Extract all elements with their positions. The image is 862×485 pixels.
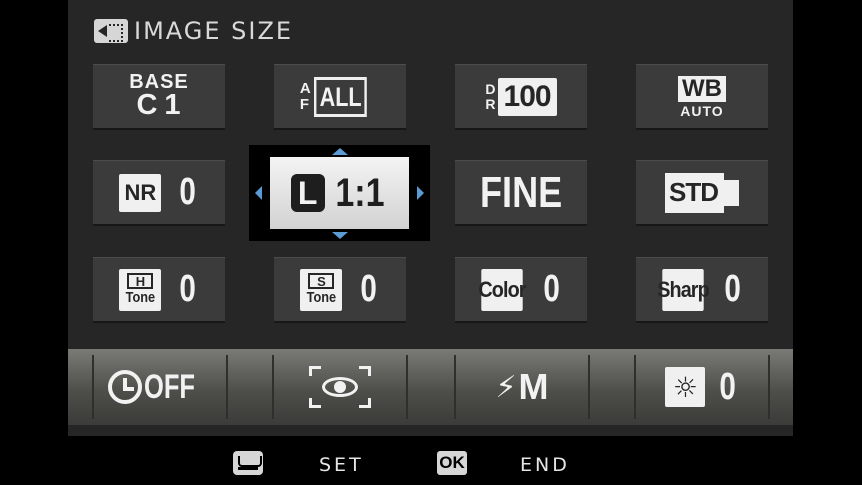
tone-text: Tone bbox=[306, 289, 337, 306]
dynamic-range-tile[interactable]: D R 100 bbox=[455, 64, 587, 130]
tray-icon bbox=[233, 451, 263, 475]
sharp-badge: Sharp bbox=[658, 268, 710, 311]
image-size-icon bbox=[94, 19, 128, 43]
dr-letter-d: D bbox=[485, 80, 496, 97]
iso-base-label: BASE C1 bbox=[129, 72, 189, 122]
frame-corner bbox=[359, 398, 371, 408]
divider bbox=[768, 355, 770, 419]
face-detection-icon bbox=[309, 366, 371, 408]
end-hint: OK bbox=[437, 451, 467, 475]
sharpness-tile[interactable]: Sharp 0 bbox=[636, 257, 768, 323]
flash-bolt-icon: ⚡ bbox=[495, 369, 517, 405]
wb-text: WB bbox=[678, 75, 726, 102]
frame-corner bbox=[309, 366, 321, 376]
self-timer-value: OFF bbox=[144, 367, 195, 406]
arrow-right-icon bbox=[417, 186, 424, 200]
aspect-ratio: 1:1 bbox=[334, 170, 385, 215]
set-hint bbox=[233, 451, 263, 475]
face-detection-cell[interactable] bbox=[274, 349, 406, 425]
wb-mode: AUTO bbox=[680, 102, 724, 119]
image-size-value: L 1:1 bbox=[270, 157, 409, 229]
frame-corner bbox=[309, 398, 321, 408]
s-letter: S bbox=[308, 273, 335, 289]
brightness-cell[interactable]: ☼ 0 bbox=[636, 349, 768, 425]
self-timer-control: OFF bbox=[108, 368, 212, 407]
noise-reduction-tile[interactable]: NR 0 bbox=[93, 160, 225, 226]
divider bbox=[588, 355, 590, 419]
brightness-icon: ☼ bbox=[665, 367, 706, 407]
flash-mode-value: M bbox=[518, 366, 549, 407]
af-stack: A F bbox=[299, 79, 311, 113]
dr-stack: D R bbox=[485, 80, 496, 112]
highlight-tone-value: 0 bbox=[179, 268, 197, 310]
white-balance-label: WB AUTO bbox=[678, 75, 726, 119]
film-sim-value: STD bbox=[665, 172, 724, 213]
iso-base-tile[interactable]: BASE C1 bbox=[93, 64, 225, 130]
flash-mode-cell[interactable]: ⚡ M bbox=[456, 349, 588, 425]
arrow-down-icon bbox=[332, 232, 348, 239]
image-quality-tile[interactable]: FINE bbox=[455, 160, 587, 226]
bottom-settings-bar: OFF ⚡ M ☼ 0 bbox=[68, 349, 793, 425]
sharpness-value: 0 bbox=[724, 268, 742, 310]
film-simulation-icon: STD bbox=[665, 172, 739, 213]
color-value: 0 bbox=[543, 268, 561, 310]
image-size-tile-selected[interactable]: L 1:1 bbox=[249, 145, 430, 241]
tone-text: Tone bbox=[125, 289, 156, 306]
divider bbox=[406, 355, 408, 419]
af-letter-f: F bbox=[299, 95, 309, 113]
self-timer-icon bbox=[108, 370, 142, 404]
menu-header: IMAGE SIZE bbox=[94, 17, 293, 45]
white-balance-tile[interactable]: WB AUTO bbox=[636, 64, 768, 130]
color-badge: Color bbox=[479, 268, 527, 311]
quick-menu-screen: IMAGE SIZE BASE C1 A F ALL D R 100 WB AU… bbox=[68, 0, 793, 436]
af-letter-a: A bbox=[299, 79, 311, 97]
af-value: ALL bbox=[313, 76, 367, 117]
end-label: END bbox=[520, 454, 570, 476]
ok-button-icon: OK bbox=[437, 451, 467, 475]
h-letter: H bbox=[127, 273, 154, 289]
film-canister-tail bbox=[723, 179, 739, 206]
nr-value: 0 bbox=[179, 171, 197, 213]
eye-pupil bbox=[334, 381, 346, 393]
arrow-left-icon bbox=[255, 186, 262, 200]
brightness-value: 0 bbox=[719, 365, 737, 408]
divider bbox=[226, 355, 228, 419]
custom-setting-text: C1 bbox=[136, 89, 188, 122]
frame-corner bbox=[359, 366, 371, 376]
flash-mode-control: ⚡ M bbox=[495, 366, 548, 408]
menu-title: IMAGE SIZE bbox=[134, 17, 294, 45]
shadow-tone-icon: S Tone bbox=[300, 268, 343, 311]
self-timer-cell[interactable]: OFF bbox=[94, 349, 226, 425]
dynamic-range-label: D R 100 bbox=[485, 77, 557, 116]
arrow-up-icon bbox=[332, 148, 348, 155]
end-hint-label: END bbox=[520, 454, 570, 476]
color-tile[interactable]: Color 0 bbox=[455, 257, 587, 323]
shadow-tone-value: 0 bbox=[360, 268, 378, 310]
shadow-tone-tile[interactable]: S Tone 0 bbox=[274, 257, 406, 323]
dynamic-range-value: 100 bbox=[497, 77, 557, 116]
nr-badge: NR bbox=[119, 173, 162, 212]
af-mode-tile[interactable]: A F ALL bbox=[274, 64, 406, 130]
dr-letter-r: R bbox=[485, 95, 496, 112]
af-mode-label: A F ALL bbox=[299, 76, 380, 117]
film-simulation-tile[interactable]: STD bbox=[636, 160, 768, 226]
image-quality-value: FINE bbox=[479, 167, 563, 217]
highlight-tone-tile[interactable]: H Tone 0 bbox=[93, 257, 225, 323]
size-letter: L bbox=[290, 174, 325, 212]
set-label: SET bbox=[319, 454, 364, 476]
set-hint-label: SET bbox=[319, 454, 364, 476]
button-guide-footer: SET OK END bbox=[0, 447, 862, 485]
highlight-tone-icon: H Tone bbox=[119, 268, 162, 311]
